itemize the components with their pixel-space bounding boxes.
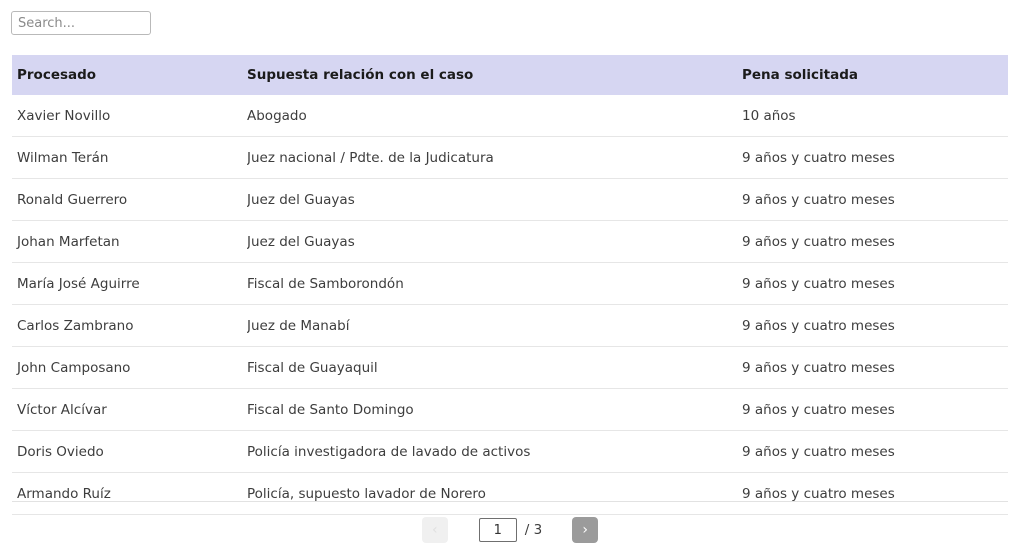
table-row[interactable]: Carlos Zambrano Juez de Manabí 9 años y cu… — [12, 304, 1008, 347]
cell-pena: 9 años y cuatro meses — [742, 304, 1008, 347]
procesados-table: Procesado Supuesta relación con el caso … — [12, 55, 1008, 515]
cell-relacion: Juez del Guayas — [247, 220, 742, 263]
pagination: ‹ / 3 › — [12, 501, 1008, 558]
column-header-procesado[interactable]: Procesado — [12, 55, 247, 95]
cell-pena: 9 años y cuatro meses — [742, 430, 1008, 473]
cell-relacion: Juez del Guayas — [247, 178, 742, 221]
table-container: Procesado Supuesta relación con el caso … — [0, 55, 1020, 515]
cell-pena: 9 años y cuatro meses — [742, 136, 1008, 179]
cell-procesado: Doris Oviedo — [12, 430, 247, 473]
cell-relacion: Juez de Manabí — [247, 304, 742, 347]
next-page-button[interactable]: › — [572, 517, 599, 543]
cell-procesado: Carlos Zambrano — [12, 304, 247, 347]
cell-relacion: Juez nacional / Pdte. de la Judicatura — [247, 136, 742, 179]
table-row[interactable]: John Camposano Fiscal de Guayaquil 9 años … — [12, 346, 1008, 389]
cell-procesado: Víctor Alcívar — [12, 388, 247, 431]
cell-procesado: Xavier Novillo — [12, 95, 247, 137]
total-pages-label: / 3 — [524, 522, 543, 538]
cell-relacion: Fiscal de Samborondón — [247, 262, 742, 305]
cell-relacion: Policía investigadora de lavado de activ… — [247, 430, 742, 473]
table-header: Procesado Supuesta relación con el caso … — [12, 55, 1008, 95]
cell-pena: 10 años — [742, 95, 1008, 137]
page-number-input[interactable] — [478, 518, 517, 542]
cell-pena: 9 años y cuatro meses — [742, 220, 1008, 263]
table-row[interactable]: Johan Marfetan Juez del Guayas 9 años y cu… — [12, 220, 1008, 263]
cell-procesado: Wilman Terán — [12, 136, 247, 179]
cell-procesado: Ronald Guerrero — [12, 178, 247, 221]
search-bar — [0, 0, 1020, 35]
cell-pena: 9 años y cuatro meses — [742, 262, 1008, 305]
cell-relacion: Fiscal de Santo Domingo — [247, 388, 742, 431]
table-header-row: Procesado Supuesta relación con el caso … — [12, 55, 1008, 95]
cell-pena: 9 años y cuatro meses — [742, 178, 1008, 221]
cell-procesado: John Camposano — [12, 346, 247, 389]
previous-page-button[interactable]: ‹ — [421, 517, 448, 543]
table-row[interactable]: Xavier Novillo Abogado 10 años — [12, 95, 1008, 137]
table-row[interactable]: Ronald Guerrero Juez del Guayas 9 años y c… — [12, 178, 1008, 221]
cell-pena: 9 años y cuatro meses — [742, 346, 1008, 389]
table-row[interactable]: Doris Oviedo Policía investigadora de lav… — [12, 430, 1008, 473]
table-body: Xavier Novillo Abogado 10 años Wilman Terán… — [12, 95, 1008, 515]
table-row[interactable]: Víctor Alcívar Fiscal de Santo Domingo 9 a… — [12, 388, 1008, 431]
cell-relacion: Fiscal de Guayaquil — [247, 346, 742, 389]
cell-pena: 9 años y cuatro meses — [742, 388, 1008, 431]
search-input[interactable] — [11, 11, 151, 35]
column-header-relacion[interactable]: Supuesta relación con el caso — [247, 55, 742, 95]
cell-relacion: Abogado — [247, 95, 742, 137]
cell-procesado: María José Aguirre — [12, 262, 247, 305]
column-header-pena[interactable]: Pena solicitada — [742, 55, 1008, 95]
table-row[interactable]: María José Aguirre Fiscal de Samborondón 9… — [12, 262, 1008, 305]
table-row[interactable]: Wilman Terán Juez nacional / Pdte. de la … — [12, 136, 1008, 179]
cell-procesado: Johan Marfetan — [12, 220, 247, 263]
